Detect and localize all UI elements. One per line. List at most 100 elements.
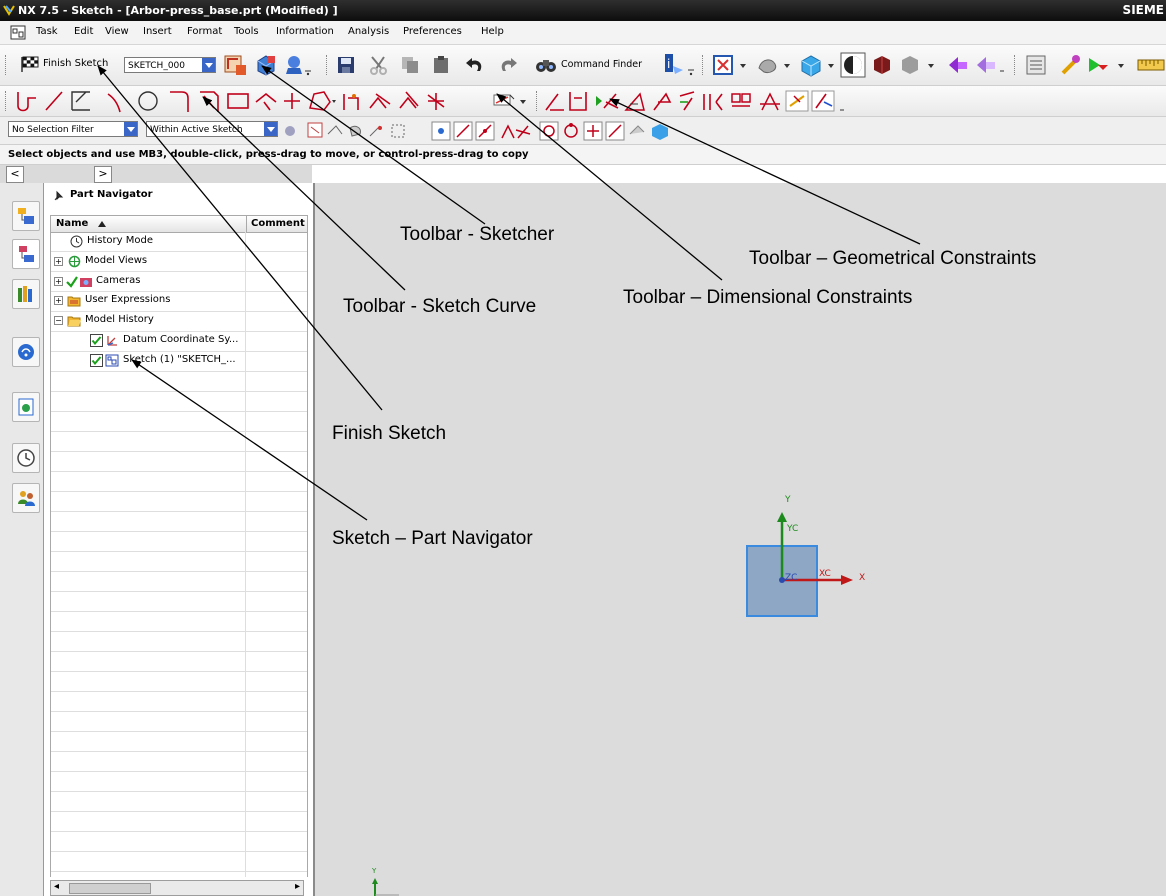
play-forward-icon[interactable]: [1086, 53, 1130, 77]
feature-play-icon[interactable]: [1058, 53, 1082, 77]
checkbox-checked-icon[interactable]: [90, 334, 103, 347]
dimension-icon[interactable]: [490, 89, 534, 113]
toolbar-grip[interactable]: [702, 55, 706, 75]
expand-toggle[interactable]: +: [54, 277, 63, 286]
expand-toggle[interactable]: +: [54, 296, 63, 305]
shaded-view-icon[interactable]: [870, 53, 894, 77]
redo-icon[interactable]: [497, 56, 519, 74]
paste-icon[interactable]: [430, 55, 452, 75]
sketch-curve-icons[interactable]: [14, 88, 534, 114]
selection-scope-dropdown[interactable]: Within Active Sketch: [146, 121, 278, 137]
tab-history-palette[interactable]: [12, 392, 40, 422]
menu-analysis[interactable]: Analysis: [348, 26, 389, 37]
tab-reuse-library[interactable]: [12, 279, 40, 309]
collapse-toggle[interactable]: −: [54, 316, 63, 325]
profile-icon[interactable]: [17, 92, 36, 112]
polygon-icon[interactable]: [255, 92, 277, 111]
scrollbar-thumb[interactable]: [69, 883, 151, 894]
orient-view-to-sketch-icon[interactable]: [222, 53, 250, 77]
snap-point-icons[interactable]: [282, 120, 702, 142]
tab-assembly-navigator[interactable]: [12, 201, 40, 231]
selection-filter-dropdown[interactable]: No Selection Filter: [8, 121, 138, 137]
tree-item-label: Model Views: [85, 255, 148, 266]
sketch-csys-triad[interactable]: [735, 488, 895, 628]
part-list-icon[interactable]: [1024, 53, 1048, 77]
rectangle-icon[interactable]: [227, 93, 249, 109]
information-icon[interactable]: i: [661, 52, 695, 78]
display-mode-icon[interactable]: [840, 52, 866, 78]
fix-icon[interactable]: [785, 90, 809, 112]
collapse-left-button[interactable]: <: [6, 166, 24, 183]
trim-icon[interactable]: [369, 93, 391, 109]
convert-reference-icon[interactable]: [653, 92, 672, 111]
cue-line-text: Select objects and use MB3, double-click…: [8, 149, 529, 160]
menu-edit[interactable]: Edit: [74, 26, 93, 37]
spline-icon[interactable]: [309, 91, 336, 111]
constraints-icon[interactable]: [545, 93, 564, 111]
arc-icon[interactable]: [71, 91, 90, 111]
command-finder-button[interactable]: Command Finder: [534, 54, 658, 76]
menu-insert[interactable]: Insert: [143, 26, 172, 37]
tab-history[interactable]: [12, 443, 40, 473]
scroll-left-arrow-icon[interactable]: ◂: [54, 881, 59, 892]
selection-filter-value: No Selection Filter: [12, 125, 94, 135]
checkbox-checked-icon[interactable]: [90, 354, 103, 367]
save-icon[interactable]: [336, 55, 356, 75]
circle-icon[interactable]: [138, 91, 158, 111]
pin-icon[interactable]: [52, 190, 64, 202]
menu-format[interactable]: Format: [187, 26, 222, 37]
clipping-view-icon[interactable]: [974, 53, 1006, 77]
menu-task[interactable]: Task: [36, 26, 58, 37]
menu-tools[interactable]: Tools: [234, 26, 259, 37]
inferred-constraints-icon[interactable]: [703, 93, 723, 111]
chamfer-icon[interactable]: [200, 91, 219, 112]
tab-roles[interactable]: [12, 483, 40, 513]
toolbar-grip[interactable]: [5, 91, 9, 111]
make-symmetric-icon[interactable]: [760, 92, 780, 111]
cut-icon[interactable]: [368, 55, 390, 75]
fit-view-icon[interactable]: [712, 54, 752, 76]
toolbar-grip[interactable]: [1014, 55, 1018, 75]
menu-help[interactable]: Help: [481, 26, 504, 37]
toolbar-grip[interactable]: [5, 55, 9, 75]
expand-toggle[interactable]: +: [54, 257, 63, 266]
tab-web-browser[interactable]: [12, 337, 40, 367]
navigator-tree: [50, 232, 308, 877]
fillet-icon[interactable]: [170, 91, 189, 112]
auto-constrain-icon[interactable]: [569, 92, 587, 111]
expand-right-button[interactable]: >: [94, 166, 112, 183]
show-constraints-icon[interactable]: [596, 93, 619, 109]
relations-browser-icon[interactable]: [731, 93, 751, 107]
render-style-icon[interactable]: [756, 54, 796, 76]
orient-view-icon[interactable]: [798, 53, 840, 77]
reattach-sketch-icon[interactable]: [254, 53, 278, 77]
column-comment[interactable]: Comment: [251, 218, 305, 229]
copy-icon[interactable]: [399, 55, 421, 75]
corner-icon[interactable]: [427, 93, 445, 110]
scroll-right-arrow-icon[interactable]: ▸: [295, 881, 300, 892]
animate-dimension-icon[interactable]: [624, 92, 645, 111]
point-icon[interactable]: [284, 93, 300, 109]
sketch-name-dropdown[interactable]: SKETCH_000: [124, 57, 216, 73]
geometric-constraints-icons[interactable]: [544, 88, 880, 114]
toolbar-grip[interactable]: [536, 91, 540, 111]
finish-sketch-button[interactable]: Finish Sketch: [20, 53, 120, 75]
layer-view-icon[interactable]: [898, 53, 942, 77]
menu-view[interactable]: View: [105, 26, 129, 37]
ruler-icon[interactable]: [1136, 57, 1166, 73]
column-name[interactable]: Name: [56, 218, 88, 229]
offset-curve-icon[interactable]: [343, 94, 359, 110]
menu-preferences[interactable]: Preferences: [403, 26, 462, 37]
alternate-solution-icon[interactable]: [679, 91, 695, 111]
undo-icon[interactable]: [464, 56, 486, 74]
update-model-icon[interactable]: [283, 53, 313, 77]
line-icon[interactable]: [45, 91, 63, 111]
coincident-icon[interactable]: [811, 90, 835, 112]
toolbar-grip[interactable]: [326, 55, 330, 75]
extend-icon[interactable]: [399, 91, 419, 109]
menu-information[interactable]: Information: [276, 26, 334, 37]
horizontal-scrollbar[interactable]: ◂ ▸: [50, 880, 304, 896]
tab-part-navigator[interactable]: [12, 239, 40, 269]
arc-3pt-icon[interactable]: [107, 93, 121, 113]
section-view-icon[interactable]: [946, 53, 970, 77]
